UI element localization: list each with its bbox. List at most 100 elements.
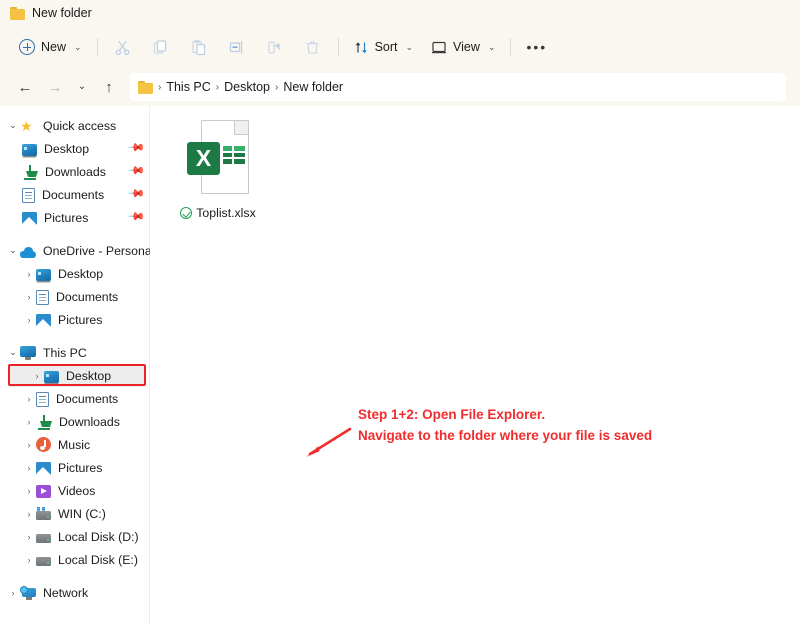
chevron-right-icon[interactable]: › — [22, 509, 36, 519]
file-list-pane[interactable]: X Toplist.xlsx Step 1+2: Open File Explo… — [150, 106, 800, 624]
chevron-right-icon[interactable]: › — [6, 588, 20, 598]
desktop-icon — [22, 143, 37, 156]
chevron-right-icon[interactable]: › — [22, 555, 36, 565]
delete-button[interactable] — [294, 32, 332, 62]
cloud-icon — [20, 246, 36, 258]
documents-icon — [22, 187, 35, 203]
up-button[interactable]: ↑ — [94, 73, 124, 101]
view-button[interactable]: View ⌄ — [422, 32, 504, 62]
folder-icon — [10, 6, 25, 20]
sort-button[interactable]: Sort ⌄ — [345, 32, 422, 62]
sidebar-item-label: Downloads — [45, 164, 106, 179]
sidebar-item-this-pc-videos[interactable]: › Videos — [0, 479, 149, 502]
sidebar-section-onedrive[interactable]: ⌄ OneDrive - Personal — [0, 239, 154, 262]
documents-icon — [36, 391, 49, 407]
chevron-right-icon[interactable]: › — [22, 315, 36, 325]
copy-button[interactable] — [142, 32, 180, 62]
sidebar-item-label: Documents — [56, 391, 119, 406]
folder-tab[interactable]: New folder — [10, 6, 92, 20]
annotation-text: Step 1+2: Open File Explorer. Navigate t… — [358, 404, 652, 446]
more-options-button[interactable]: ••• — [517, 32, 556, 62]
view-button-label: View — [453, 40, 480, 54]
sidebar-item-drive-c[interactable]: › WIN (C:) — [0, 502, 149, 525]
sidebar-section-quick-access[interactable]: ⌄ ★ Quick access — [0, 114, 149, 137]
back-button[interactable]: ← — [10, 73, 40, 101]
chevron-right-icon[interactable]: › — [22, 292, 36, 302]
breadcrumb-desktop[interactable]: Desktop — [224, 80, 270, 94]
chevron-down-icon[interactable]: ⌄ — [6, 120, 20, 131]
documents-icon — [36, 289, 49, 305]
sidebar-item-quick-desktop[interactable]: Desktop 📌 — [0, 137, 149, 160]
sidebar-item-onedrive-documents[interactable]: › Documents — [0, 285, 149, 308]
pictures-icon — [36, 461, 51, 475]
sidebar-item-label: Desktop — [58, 266, 104, 281]
drive-icon — [36, 534, 51, 543]
sidebar-item-label: Local Disk (E:) — [58, 552, 138, 567]
sidebar-item-onedrive-desktop[interactable]: › Desktop — [0, 262, 149, 285]
recent-locations-button[interactable]: ⌄ — [70, 73, 94, 101]
cut-icon — [115, 40, 130, 55]
share-button[interactable] — [256, 32, 294, 62]
chevron-right-icon[interactable]: › — [22, 463, 36, 473]
sidebar-item-this-pc-music[interactable]: › Music — [0, 433, 149, 456]
annotation-line-2: Navigate to the folder where your file i… — [358, 428, 653, 443]
sidebar-item-this-pc-documents[interactable]: › Documents — [0, 387, 149, 410]
new-button[interactable]: New ⌄ — [10, 32, 91, 62]
sidebar-item-quick-pictures[interactable]: Pictures 📌 — [0, 206, 149, 229]
music-icon — [36, 437, 51, 452]
pin-icon: 📌 — [127, 208, 146, 227]
explorer-body: ⌄ ★ Quick access Desktop 📌 Downloads 📌 D… — [0, 106, 800, 624]
navigation-pane[interactable]: ⌄ ★ Quick access Desktop 📌 Downloads 📌 D… — [0, 106, 154, 624]
sidebar-item-label: Documents — [42, 187, 105, 202]
forward-button[interactable]: → — [40, 73, 70, 101]
sidebar-item-drive-e[interactable]: › Local Disk (E:) — [0, 548, 149, 571]
chevron-right-icon[interactable]: › — [30, 371, 44, 381]
annotation-line-1: Step 1+2: Open File Explorer. — [358, 407, 546, 422]
breadcrumb-new-folder[interactable]: New folder — [283, 80, 343, 94]
sidebar-item-quick-downloads[interactable]: Downloads 📌 — [0, 160, 149, 183]
desktop-icon — [36, 268, 51, 281]
command-toolbar: New ⌄ Sort ⌄ View ⌄ ••• — [0, 26, 800, 68]
sidebar-section-label: Quick access — [43, 118, 117, 133]
chevron-down-icon: ⌄ — [487, 41, 496, 52]
rename-button[interactable] — [218, 32, 256, 62]
paste-button[interactable] — [180, 32, 218, 62]
chevron-right-icon[interactable]: › — [22, 394, 36, 404]
sidebar-item-quick-documents[interactable]: Documents 📌 — [0, 183, 149, 206]
sidebar-item-this-pc-desktop[interactable]: › Desktop — [8, 364, 145, 387]
sort-icon — [355, 41, 367, 53]
toolbar-divider-2 — [337, 38, 339, 56]
annotation-arrow-icon — [306, 427, 352, 457]
sidebar-item-label: WIN (C:) — [58, 506, 106, 521]
chevron-right-icon[interactable]: › — [22, 440, 36, 450]
chevron-down-icon[interactable]: ⌄ — [6, 245, 20, 256]
rename-icon — [229, 40, 243, 53]
new-button-label: New — [41, 40, 67, 54]
downloads-icon — [36, 414, 52, 430]
sidebar-section-label: OneDrive - Personal — [43, 243, 155, 258]
sidebar-section-this-pc[interactable]: ⌄ This PC — [0, 341, 149, 364]
sidebar-section-network[interactable]: › Network — [0, 581, 149, 604]
chevron-right-icon[interactable]: › — [22, 486, 36, 496]
cut-button[interactable] — [104, 32, 142, 62]
breadcrumb-this-pc[interactable]: This PC — [166, 80, 210, 94]
address-bar[interactable]: › This PC › Desktop › New folder — [130, 73, 786, 101]
sidebar-item-label: Pictures — [58, 460, 103, 475]
toolbar-divider-3 — [510, 38, 512, 56]
breadcrumb-separator: › — [275, 81, 279, 93]
sidebar-item-drive-d[interactable]: › Local Disk (D:) — [0, 525, 149, 548]
sidebar-item-this-pc-pictures[interactable]: › Pictures — [0, 456, 149, 479]
chevron-down-icon[interactable]: ⌄ — [6, 347, 20, 358]
sidebar-section-gap — [0, 331, 149, 341]
chevron-right-icon[interactable]: › — [22, 269, 36, 279]
downloads-icon — [22, 164, 38, 180]
sidebar-item-this-pc-downloads[interactable]: › Downloads — [0, 410, 149, 433]
file-item-toplist[interactable]: X Toplist.xlsx — [168, 120, 268, 220]
sidebar-item-onedrive-pictures[interactable]: › Pictures — [0, 308, 149, 331]
chevron-right-icon[interactable]: › — [22, 417, 36, 427]
pictures-icon — [22, 211, 37, 225]
chevron-right-icon[interactable]: › — [22, 532, 36, 542]
sidebar-item-label: Pictures — [58, 312, 103, 327]
folder-icon — [138, 80, 153, 94]
sidebar-item-label: Music — [58, 437, 91, 452]
